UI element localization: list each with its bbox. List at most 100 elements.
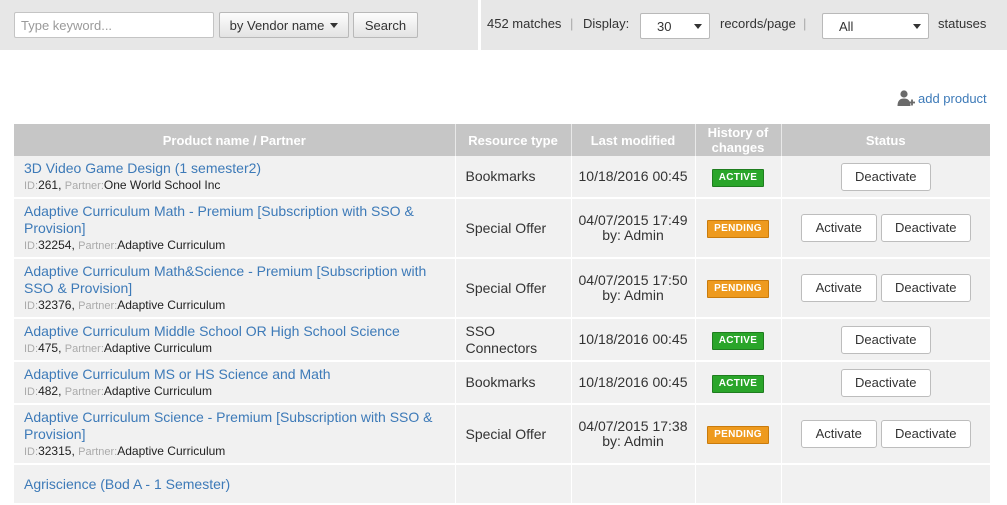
column-header-name[interactable]: Product name / Partner xyxy=(14,124,456,156)
last-modified-cell: 10/18/2016 00:45 xyxy=(571,318,696,362)
status-cell: Activate Deactivate xyxy=(781,258,990,319)
modified-by: by: Admin xyxy=(602,227,664,243)
product-id: 475 xyxy=(38,341,59,355)
product-meta: ID:261, Partner:One World School Inc xyxy=(24,178,221,192)
status-filter-value: All xyxy=(839,19,854,34)
deactivate-button[interactable]: Deactivate xyxy=(840,162,931,191)
table-row: Adaptive Curriculum Middle School OR Hig… xyxy=(14,318,990,362)
id-label: ID: xyxy=(24,386,39,398)
modified-by: by: Admin xyxy=(602,433,664,449)
deactivate-button[interactable]: Deactivate xyxy=(840,325,931,354)
product-id: 482 xyxy=(38,384,59,398)
partner-label: Partner: xyxy=(78,300,118,312)
id-label: ID: xyxy=(24,343,39,355)
column-header-type[interactable]: Resource type xyxy=(455,124,572,156)
partner-name: Adaptive Curriculum xyxy=(117,444,226,458)
vendor-filter-label: by Vendor name xyxy=(229,17,325,33)
product-name-link[interactable]: Agriscience (Bod A - 1 Semester) xyxy=(24,476,445,493)
product-meta: ID:32315, Partner:Adaptive Curriculum xyxy=(24,444,226,458)
product-name-link[interactable]: Adaptive Curriculum Math&Science - Premi… xyxy=(24,263,445,297)
status-cell: Activate Deactivate xyxy=(781,404,990,465)
modified-date: 10/18/2016 00:45 xyxy=(578,331,688,347)
resource-type: Bookmarks xyxy=(455,156,572,199)
product-cell: Agriscience (Bod A - 1 Semester) xyxy=(14,464,456,505)
resource-type: Bookmarks xyxy=(455,361,572,405)
partner-name: Adaptive Curriculum xyxy=(117,238,226,252)
deactivate-button[interactable]: Deactivate xyxy=(880,274,971,302)
matches-count: 452 matches xyxy=(487,16,562,31)
product-name-link[interactable]: 3D Video Game Design (1 semester2) xyxy=(24,160,445,177)
resource-type: Special Offer xyxy=(455,404,572,465)
statuses-label: statuses xyxy=(938,16,987,31)
product-cell: Adaptive Curriculum Middle School OR Hig… xyxy=(14,318,456,362)
modified-date: 04/07/2015 17:50 xyxy=(578,272,688,288)
status-cell: Deactivate xyxy=(781,318,990,362)
vendor-filter-dropdown[interactable]: by Vendor name xyxy=(219,12,349,38)
modified-date: 04/07/2015 17:49 xyxy=(578,212,688,228)
product-id: 32376 xyxy=(38,298,72,312)
activate-button[interactable]: Activate xyxy=(800,420,877,448)
status-filter-select[interactable]: All xyxy=(822,13,929,39)
last-modified-cell: 10/18/2016 00:45 xyxy=(571,361,696,405)
status-badge[interactable]: ACTIVE xyxy=(711,374,765,393)
search-button-label: Search xyxy=(364,17,407,33)
activate-button[interactable]: Activate xyxy=(800,214,877,242)
partner-label: Partner: xyxy=(78,446,118,458)
add-product-link[interactable]: add product xyxy=(897,89,987,107)
history-cell: PENDING xyxy=(695,198,782,259)
partner-name: Adaptive Curriculum xyxy=(103,384,212,398)
deactivate-button[interactable]: Deactivate xyxy=(840,368,931,397)
product-cell: Adaptive Curriculum MS or HS Science and… xyxy=(14,361,456,405)
product-id: 32254 xyxy=(38,238,72,252)
status-badge[interactable]: ACTIVE xyxy=(711,168,765,187)
keyword-search-input[interactable] xyxy=(14,12,214,38)
records-per-page-select[interactable]: 30 xyxy=(640,13,710,39)
records-per-page-label: records/page xyxy=(720,16,796,31)
product-id: 32315 xyxy=(38,444,72,458)
product-name-link[interactable]: Adaptive Curriculum Science - Premium [S… xyxy=(24,409,445,443)
product-meta: ID:32376, Partner:Adaptive Curriculum xyxy=(24,298,226,312)
product-meta: ID:32254, Partner:Adaptive Curriculum xyxy=(24,238,226,252)
partner-name: Adaptive Curriculum xyxy=(117,298,226,312)
column-header-modified[interactable]: Last modified xyxy=(571,124,696,156)
separator: | xyxy=(803,16,807,31)
modified-date: 10/18/2016 00:45 xyxy=(578,374,688,390)
records-per-page-value: 30 xyxy=(657,19,672,34)
table-row: Adaptive Curriculum Math - Premium [Subs… xyxy=(14,198,990,259)
product-cell: Adaptive Curriculum Math - Premium [Subs… xyxy=(14,198,456,259)
resource-type xyxy=(455,464,572,505)
column-header-history: History of changes xyxy=(695,124,782,156)
table-row: Adaptive Curriculum Math&Science - Premi… xyxy=(14,258,990,319)
search-button[interactable]: Search xyxy=(353,12,418,38)
resource-type: Special Offer xyxy=(455,258,572,319)
product-id: 261 xyxy=(38,178,59,192)
product-name-link[interactable]: Adaptive Curriculum Math - Premium [Subs… xyxy=(24,203,445,237)
partner-label: Partner: xyxy=(64,386,104,398)
chevron-down-icon xyxy=(694,24,702,29)
status-badge[interactable]: PENDING xyxy=(707,426,769,444)
column-header-status: Status xyxy=(781,124,990,156)
product-name-link[interactable]: Adaptive Curriculum MS or HS Science and… xyxy=(24,366,445,383)
search-panel: by Vendor name Search xyxy=(0,0,478,50)
table-header-row: Product name / Partner Resource type Las… xyxy=(14,124,990,156)
add-user-icon xyxy=(897,90,915,106)
last-modified-cell: 04/07/2015 17:50 by: Admin xyxy=(571,258,696,319)
modified-date: 10/18/2016 00:45 xyxy=(578,168,688,184)
deactivate-button[interactable]: Deactivate xyxy=(880,420,971,448)
chevron-down-icon xyxy=(913,24,921,29)
partner-label: Partner: xyxy=(64,343,104,355)
status-badge[interactable]: PENDING xyxy=(707,220,769,238)
last-modified-cell: 04/07/2015 17:49 by: Admin xyxy=(571,198,696,259)
product-name-link[interactable]: Adaptive Curriculum Middle School OR Hig… xyxy=(24,323,445,340)
partner-label: Partner: xyxy=(64,180,104,192)
activate-button[interactable]: Activate xyxy=(800,274,877,302)
status-badge[interactable]: ACTIVE xyxy=(711,331,765,350)
table-row: Agriscience (Bod A - 1 Semester) xyxy=(14,464,990,505)
deactivate-button[interactable]: Deactivate xyxy=(880,214,971,242)
history-cell xyxy=(695,464,782,505)
status-badge[interactable]: PENDING xyxy=(707,280,769,298)
top-toolbar: by Vendor name Search 452 matches | Disp… xyxy=(0,0,1007,50)
history-cell: ACTIVE xyxy=(695,318,782,362)
status-cell: Deactivate xyxy=(781,156,990,199)
product-meta: ID:482, Partner:Adaptive Curriculum xyxy=(24,384,212,398)
